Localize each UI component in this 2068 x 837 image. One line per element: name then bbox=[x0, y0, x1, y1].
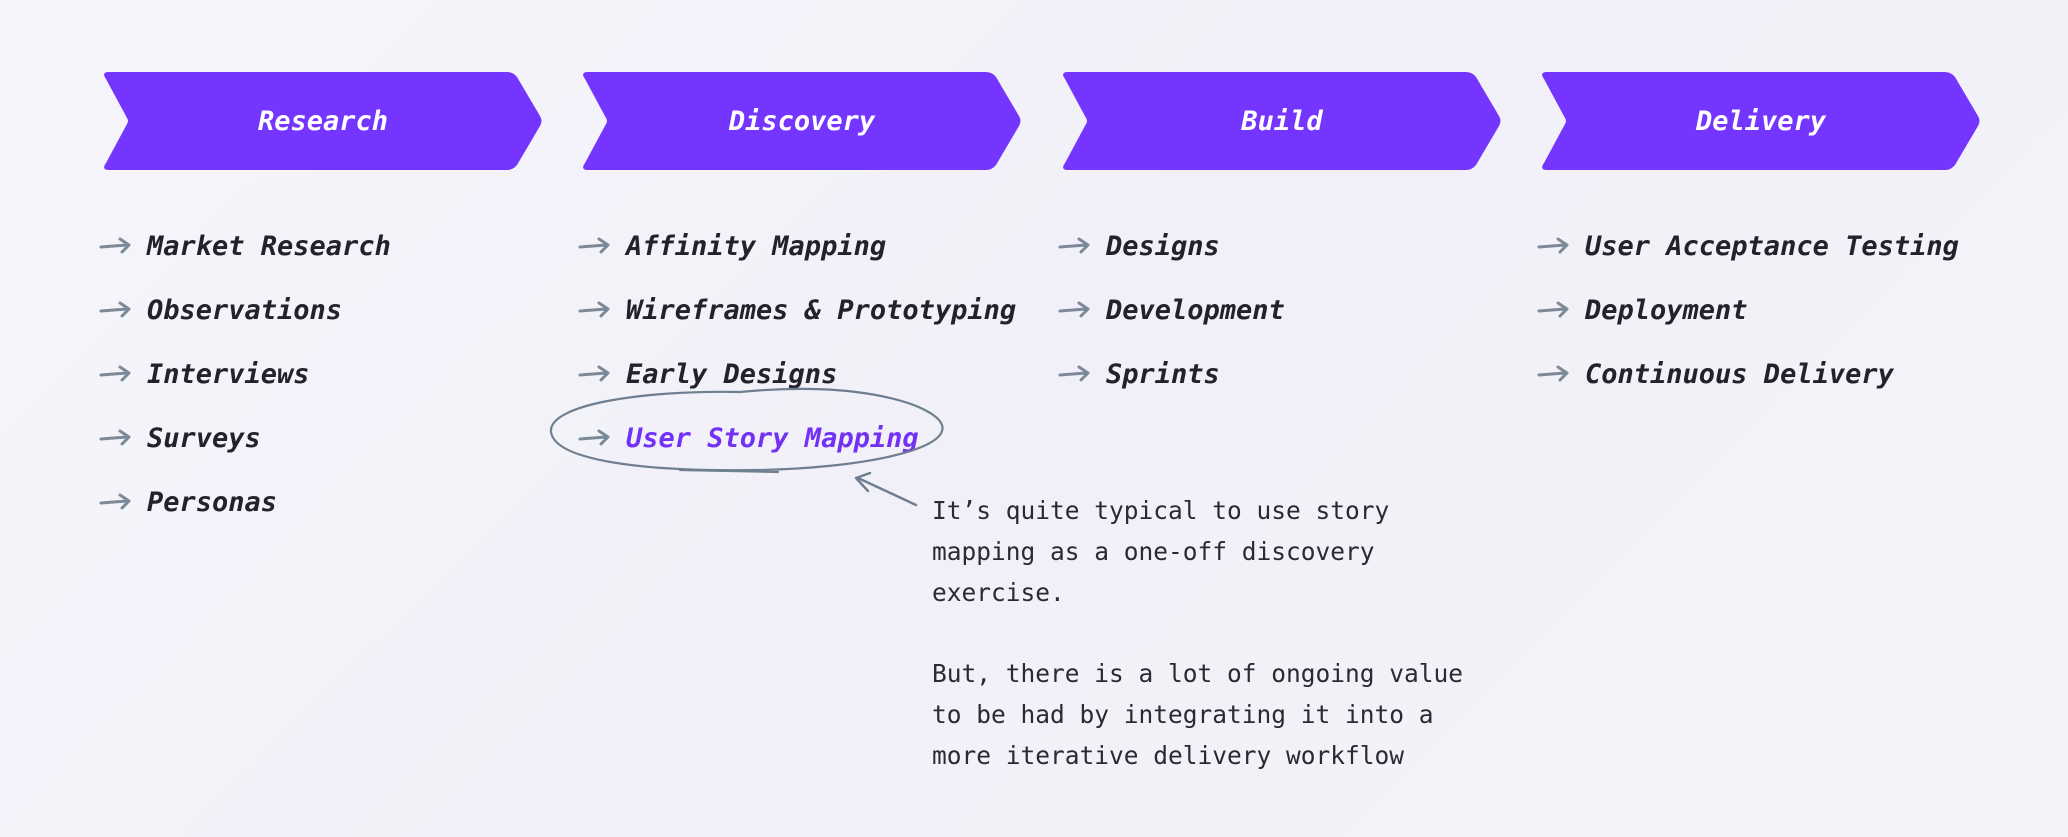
stage-title: Discovery bbox=[728, 105, 876, 137]
stage-chevron-build: Build bbox=[1062, 72, 1502, 170]
list-item: Wireframes & Prototyping bbox=[578, 278, 1016, 342]
item-label: Surveys bbox=[147, 422, 261, 454]
arrow-right-icon bbox=[1058, 237, 1090, 254]
list-item: Market Research bbox=[99, 214, 391, 278]
item-label: Interviews bbox=[147, 358, 310, 390]
arrow-right-icon bbox=[99, 301, 131, 318]
stage-title: Research bbox=[257, 105, 389, 137]
item-label: User Acceptance Testing bbox=[1585, 230, 1959, 262]
list-item-highlighted: User Story Mapping bbox=[578, 406, 1016, 470]
list-item: Surveys bbox=[99, 406, 391, 470]
stage-column-discovery: Discovery Affinity Mapping Wireframes & … bbox=[578, 72, 1022, 454]
list-item: User Acceptance Testing bbox=[1537, 214, 1959, 278]
process-diagram: Research Market Research Observations In… bbox=[0, 0, 2068, 837]
note-line: exercise. bbox=[932, 578, 1065, 607]
list-item: Development bbox=[1058, 278, 1285, 342]
item-label: Designs bbox=[1106, 230, 1220, 262]
list-item: Designs bbox=[1058, 214, 1285, 278]
stage-item-list: User Acceptance Testing Deployment Conti… bbox=[1537, 214, 1959, 406]
stage-column-delivery: Delivery User Acceptance Testing Deploym… bbox=[1537, 72, 1981, 390]
stage-chevron-research: Research bbox=[103, 72, 543, 170]
list-item: Personas bbox=[99, 470, 391, 534]
stage-item-list: Market Research Observations Interviews … bbox=[99, 214, 391, 534]
note-line: more iterative delivery workflow bbox=[932, 741, 1405, 770]
list-item: Continuous Delivery bbox=[1537, 342, 1959, 406]
pointer-arrow-icon bbox=[854, 471, 918, 507]
arrow-right-icon bbox=[1537, 301, 1569, 318]
annotation-paragraph-2: But, there is a lot of ongoing value to … bbox=[932, 653, 1492, 776]
stage-chevron-delivery: Delivery bbox=[1541, 72, 1981, 170]
note-line: mapping as a one-off discovery bbox=[932, 537, 1375, 566]
arrow-right-icon bbox=[99, 493, 131, 510]
annotation-note: It’s quite typical to use story mapping … bbox=[932, 490, 1492, 816]
arrow-right-icon bbox=[1058, 365, 1090, 382]
item-label: Deployment bbox=[1585, 294, 1748, 326]
arrow-right-icon bbox=[1537, 365, 1569, 382]
item-label: Personas bbox=[147, 486, 278, 518]
item-label: Sprints bbox=[1106, 358, 1220, 390]
annotation-paragraph-1: It’s quite typical to use story mapping … bbox=[932, 490, 1492, 613]
arrow-right-icon bbox=[99, 429, 131, 446]
item-label: Observations bbox=[147, 294, 343, 326]
arrow-right-icon bbox=[578, 365, 610, 382]
stage-chevron-discovery: Discovery bbox=[582, 72, 1022, 170]
list-item: Deployment bbox=[1537, 278, 1959, 342]
arrow-right-icon bbox=[578, 237, 610, 254]
note-line: But, there is a lot of ongoing value bbox=[932, 659, 1464, 688]
arrow-right-icon bbox=[1537, 237, 1569, 254]
item-label: Continuous Delivery bbox=[1585, 358, 1894, 390]
arrow-right-icon bbox=[1058, 301, 1090, 318]
arrow-right-icon bbox=[99, 237, 131, 254]
list-item: Interviews bbox=[99, 342, 391, 406]
list-item: Observations bbox=[99, 278, 391, 342]
note-line: to be had by integrating it into a bbox=[932, 700, 1434, 729]
stage-item-list: Affinity Mapping Wireframes & Prototypin… bbox=[578, 214, 1016, 470]
stage-column-research: Research Market Research Observations In… bbox=[99, 72, 543, 518]
stage-item-list: Designs Development Sprints bbox=[1058, 214, 1285, 406]
list-item: Sprints bbox=[1058, 342, 1285, 406]
item-label: Wireframes & Prototyping bbox=[626, 294, 1017, 326]
arrow-right-icon bbox=[578, 301, 610, 318]
note-line: It’s quite typical to use story bbox=[932, 496, 1390, 525]
item-label: Early Designs bbox=[626, 358, 838, 390]
list-item: Affinity Mapping bbox=[578, 214, 1016, 278]
arrow-right-icon bbox=[99, 365, 131, 382]
item-label: Market Research bbox=[147, 230, 391, 262]
stage-title: Build bbox=[1241, 105, 1323, 137]
item-label: User Story Mapping bbox=[626, 422, 919, 454]
stage-column-build: Build Designs Development Sprints bbox=[1058, 72, 1502, 390]
stage-title: Delivery bbox=[1695, 105, 1827, 137]
item-label: Affinity Mapping bbox=[626, 230, 887, 262]
list-item: Early Designs bbox=[578, 342, 1016, 406]
ellipse-tail bbox=[678, 468, 780, 474]
arrow-right-icon bbox=[578, 429, 610, 446]
item-label: Development bbox=[1106, 294, 1285, 326]
